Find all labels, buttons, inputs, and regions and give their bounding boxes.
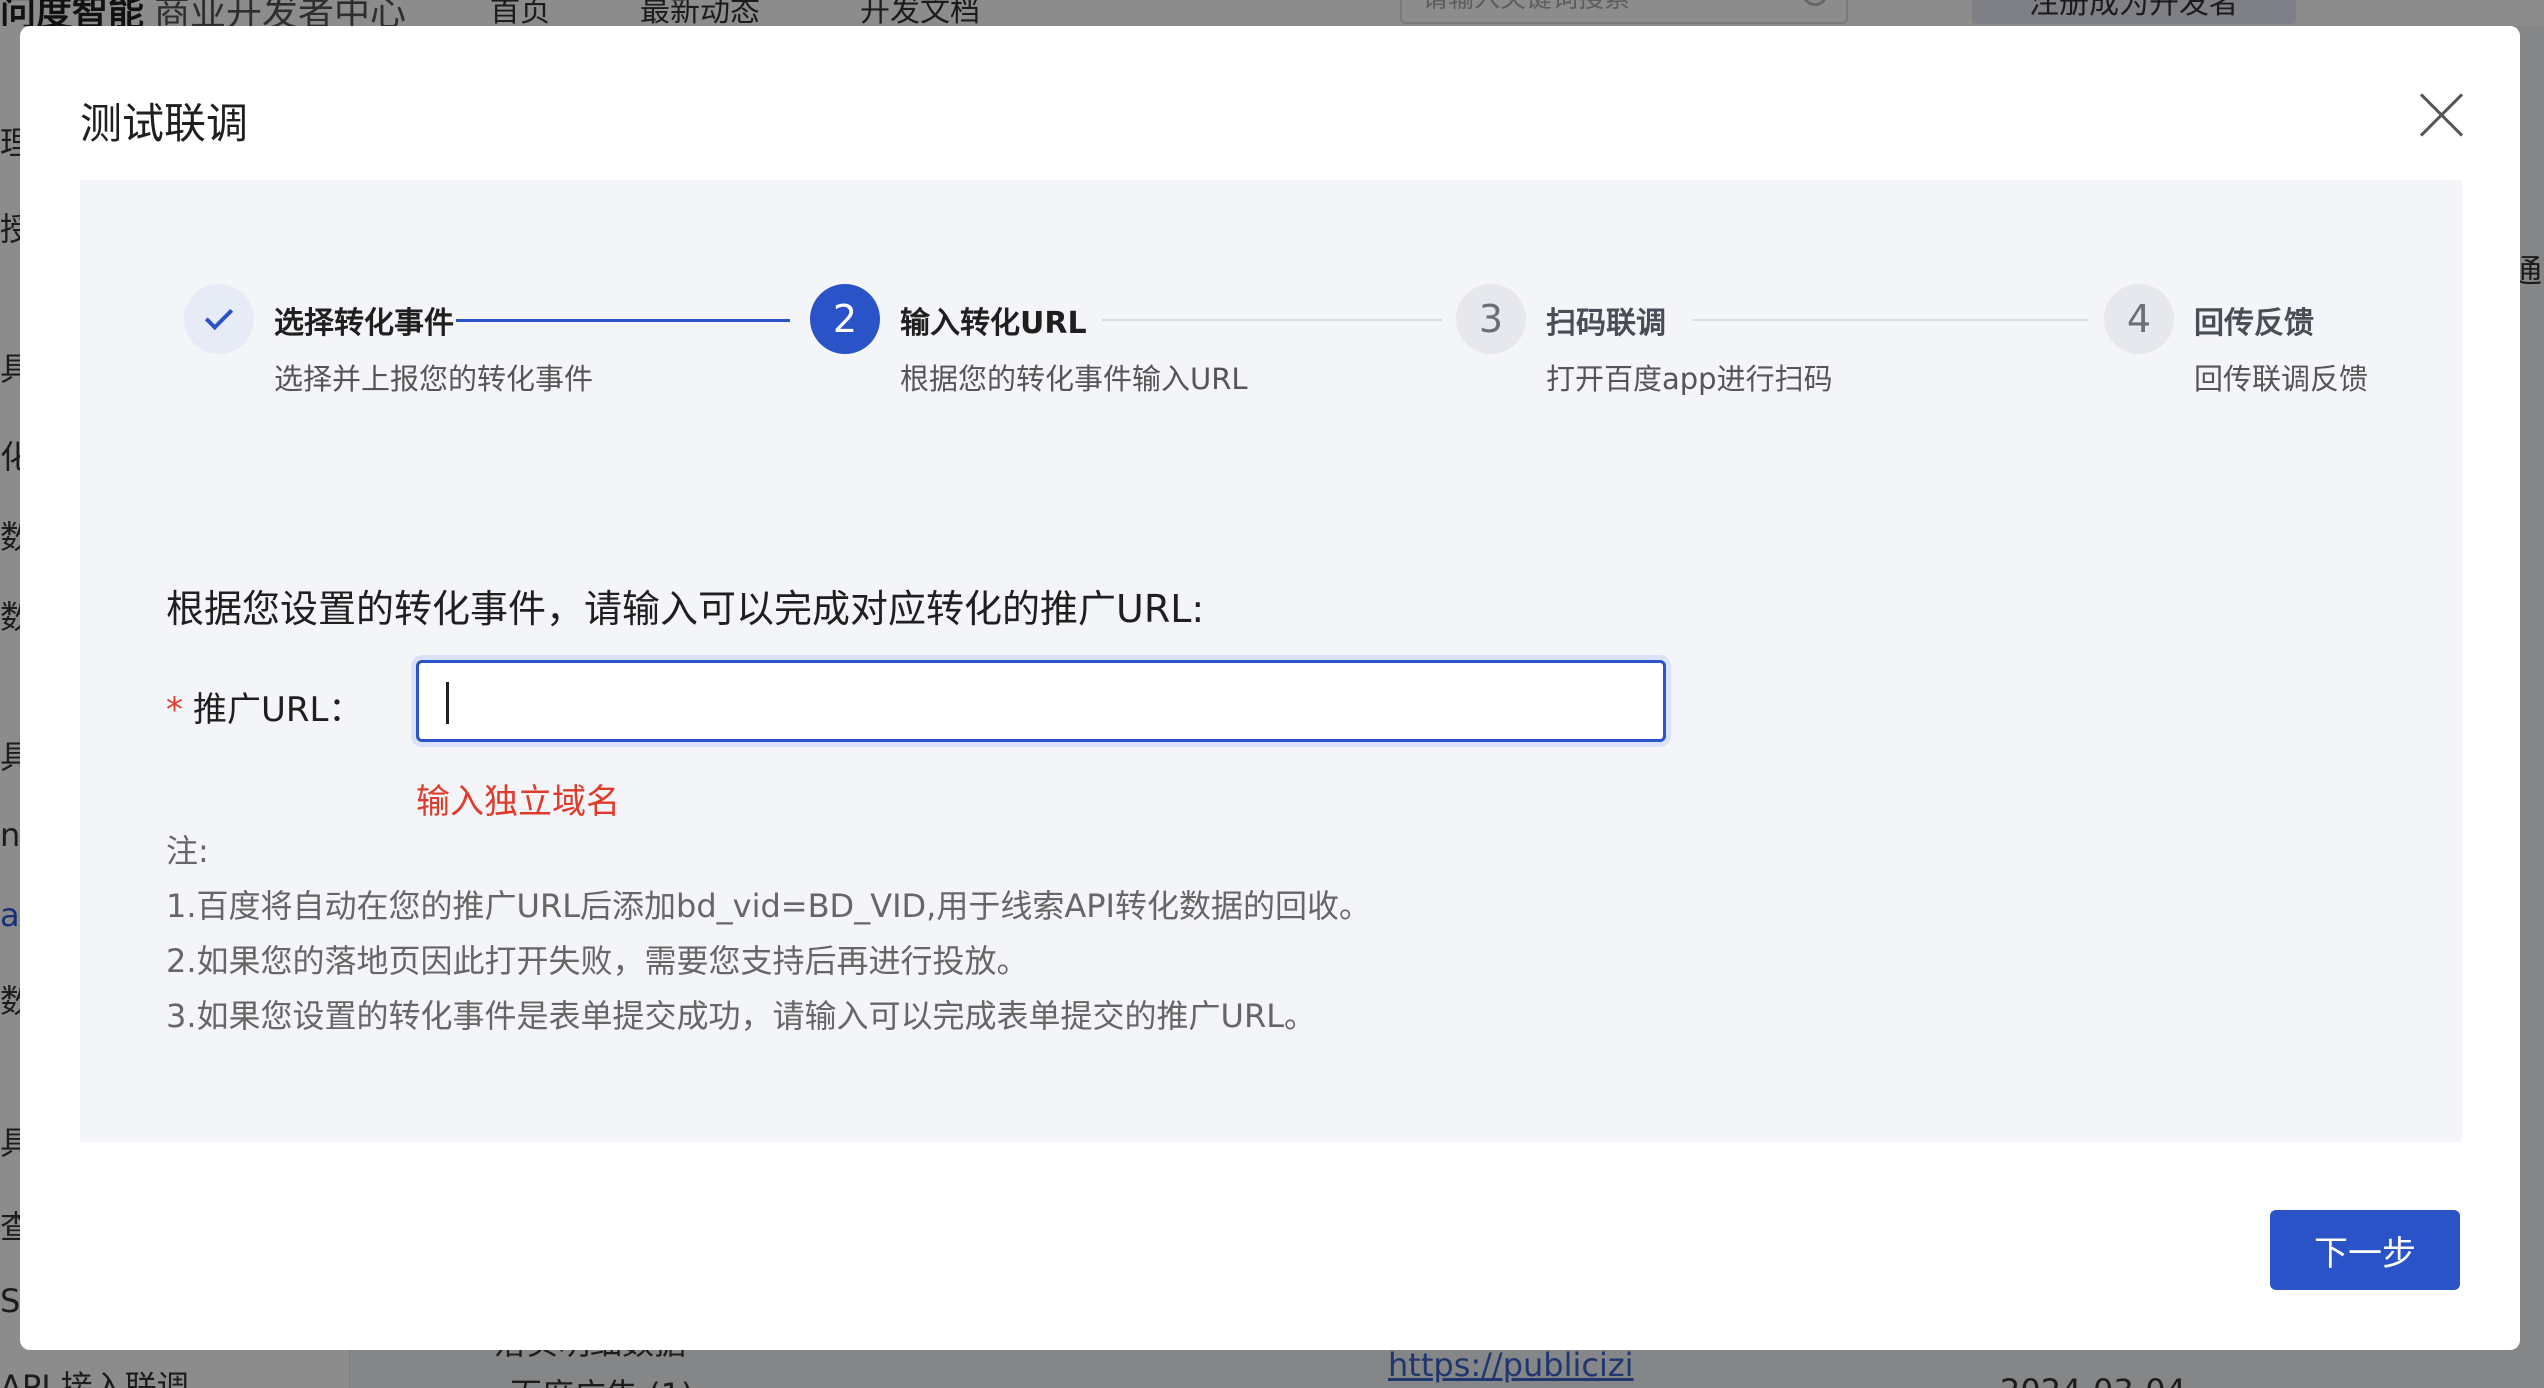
check-icon xyxy=(204,301,234,331)
close-icon[interactable] xyxy=(2416,90,2468,142)
step-connector xyxy=(1692,319,2088,321)
note-item: 1.百度将自动在您的推广URL后添加bd_vid=BD_VID,用于线索API转… xyxy=(166,887,1371,925)
step-desc: 回传联调反馈 xyxy=(2194,362,2369,396)
url-label-text: 推广URL： xyxy=(193,690,363,730)
required-mark: * xyxy=(166,690,183,730)
step-number-circle: 3 xyxy=(1456,284,1526,354)
step-desc: 根据您的转化事件输入URL xyxy=(900,362,1248,396)
step-done-circle xyxy=(184,284,254,354)
step-number-circle: 2 xyxy=(810,284,880,354)
step-connector-done xyxy=(456,319,790,322)
modal-content-panel: 选择转化事件 选择并上报您的转化事件 2 输入转化URL 根据您的转化事件输入U… xyxy=(80,180,2462,1142)
note-item: 3.如果您设置的转化事件是表单提交成功，请输入可以完成表单提交的推广URL。 xyxy=(166,997,1317,1035)
next-step-button[interactable]: 下一步 xyxy=(2270,1210,2460,1290)
url-error-message: 输入独立域名 xyxy=(416,782,620,822)
test-integration-modal: 测试联调 选择转化事件 选择并上报您的转化事件 2 输入转化URL 根据您的转化… xyxy=(20,26,2520,1350)
notes-block: 注: 1.百度将自动在您的推广URL后添加bd_vid=BD_VID,用于线索A… xyxy=(166,824,1371,1044)
step-desc: 打开百度app进行扫码 xyxy=(1546,362,1833,396)
modal-title: 测试联调 xyxy=(80,99,249,148)
url-field-label: * 推广URL： xyxy=(166,682,362,731)
note-item: 2.如果您的落地页因此打开失败，需要您支持后再进行投放。 xyxy=(166,942,1029,980)
step-title: 选择转化事件 xyxy=(274,306,454,341)
promotion-url-input[interactable] xyxy=(416,660,1666,742)
step-number-circle: 4 xyxy=(2104,284,2174,354)
step-desc: 选择并上报您的转化事件 xyxy=(274,362,594,396)
step-title: 回传反馈 xyxy=(2194,306,2314,341)
instruction-text: 根据您设置的转化事件，请输入可以完成对应转化的推广URL: xyxy=(166,587,1205,631)
step-title: 扫码联调 xyxy=(1546,306,1666,341)
notes-heading: 注: xyxy=(166,832,209,870)
text-cursor xyxy=(446,682,449,724)
step-title: 输入转化URL xyxy=(900,306,1087,341)
step-connector xyxy=(1102,319,1442,321)
